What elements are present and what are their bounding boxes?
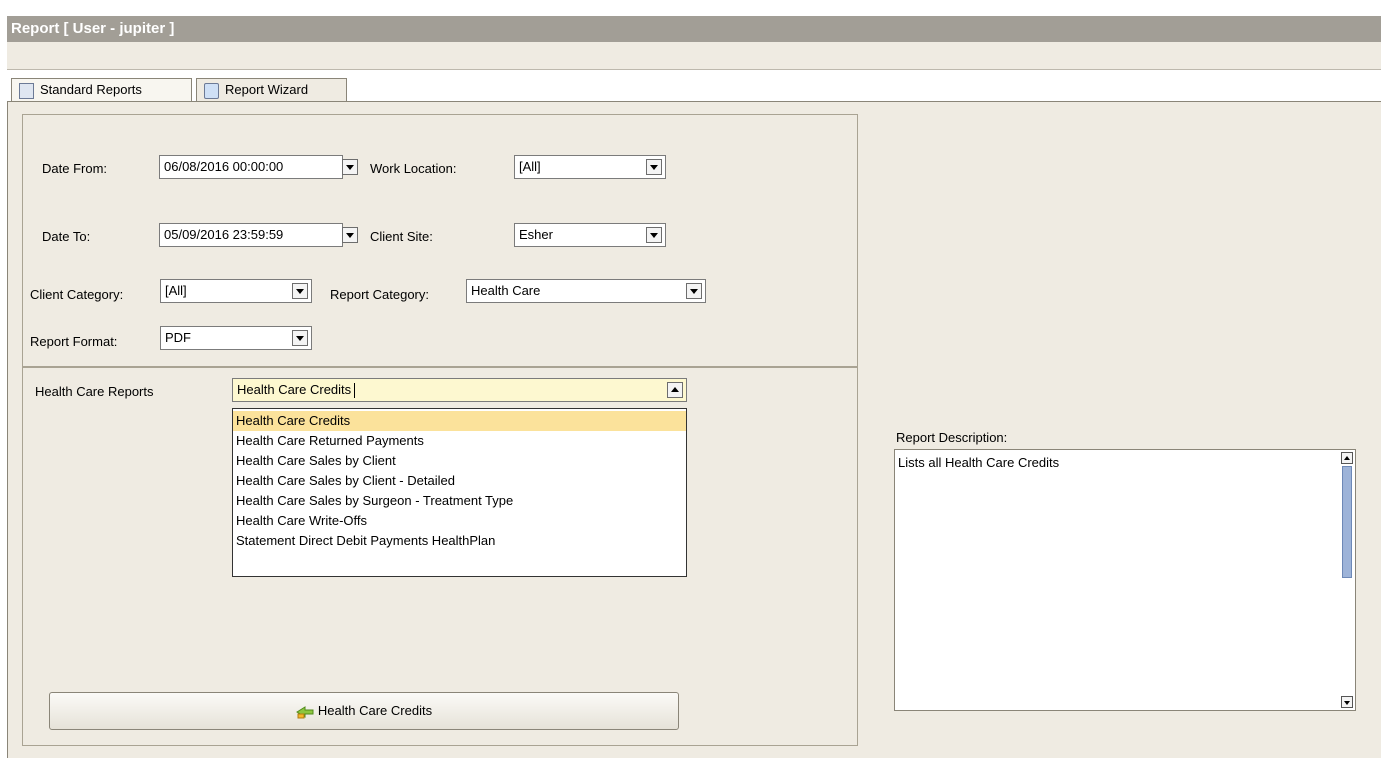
report-format-value: PDF [165,330,191,345]
client-site-label: Client Site: [370,229,433,244]
report-description-box[interactable]: Lists all Health Care Credits [894,449,1356,711]
health-care-reports-label: Health Care Reports [35,384,154,399]
client-category-label: Client Category: [30,287,124,302]
wizard-icon [204,83,219,99]
list-item[interactable]: Health Care Sales by Surgeon - Treatment… [233,491,686,511]
run-report-label: Health Care Credits [317,703,433,718]
date-to-dropdown-button[interactable] [342,227,358,243]
chevron-down-icon[interactable] [292,330,308,346]
report-list-icon [19,83,34,99]
date-from-dropdown-button[interactable] [342,159,358,175]
client-site-select[interactable]: Esher [514,223,666,247]
tab-report-wizard[interactable]: Report Wizard [196,78,347,102]
chevron-down-icon[interactable] [646,159,662,175]
report-format-label: Report Format: [30,334,118,349]
chevron-down-icon[interactable] [686,283,702,299]
toolbar-strip [7,42,1381,70]
report-dropdown-list: Health Care Credits Health Care Returned… [232,408,687,577]
chevron-up-icon[interactable] [667,382,683,398]
list-item[interactable]: Health Care Write-Offs [233,511,686,531]
list-item[interactable]: Health Care Sales by Client [233,451,686,471]
date-to-label: Date To: [42,229,91,244]
list-item[interactable]: Health Care Sales by Client - Detailed [233,471,686,491]
date-to-field[interactable]: 05/09/2016 23:59:59 [159,223,343,247]
list-item[interactable]: Statement Direct Debit Payments HealthPl… [233,531,686,551]
run-report-button[interactable]: Health Care Credits [49,692,679,730]
report-category-select[interactable]: Health Care [466,279,706,303]
tab-standard-reports-label: Standard Reports [40,82,142,97]
run-report-icon [295,705,314,719]
client-category-select[interactable]: [All] [160,279,312,303]
tab-standard-reports[interactable]: Standard Reports [11,78,192,102]
chevron-down-icon[interactable] [292,283,308,299]
list-item[interactable]: Health Care Returned Payments [233,431,686,451]
report-select[interactable]: Health Care Credits [232,378,687,402]
date-from-label: Date From: [42,161,108,176]
scroll-down-button[interactable] [1341,696,1353,708]
report-description-label: Report Description: [896,430,1008,445]
report-format-select[interactable]: PDF [160,326,312,350]
work-location-label: Work Location: [370,161,457,176]
tab-report-wizard-label: Report Wizard [225,82,309,97]
chevron-down-icon[interactable] [646,227,662,243]
scroll-up-button[interactable] [1341,452,1353,464]
report-select-value: Health Care Credits [237,382,352,397]
client-category-value: [All] [165,283,187,298]
work-location-value: [All] [519,159,541,174]
description-scrollbar[interactable] [1341,452,1353,708]
client-site-value: Esher [519,227,553,242]
report-category-value: Health Care [471,283,541,298]
list-item[interactable]: Health Care Credits [233,411,686,431]
text-caret [354,383,356,399]
work-location-select[interactable]: [All] [514,155,666,179]
scroll-thumb[interactable] [1342,466,1352,578]
report-category-label: Report Category: [330,287,429,302]
date-from-field[interactable]: 06/08/2016 00:00:00 [159,155,343,179]
report-description-text: Lists all Health Care Credits [898,455,1060,470]
window-title: Report [ User - jupiter ] [7,16,1381,42]
filter-panel [22,114,858,367]
